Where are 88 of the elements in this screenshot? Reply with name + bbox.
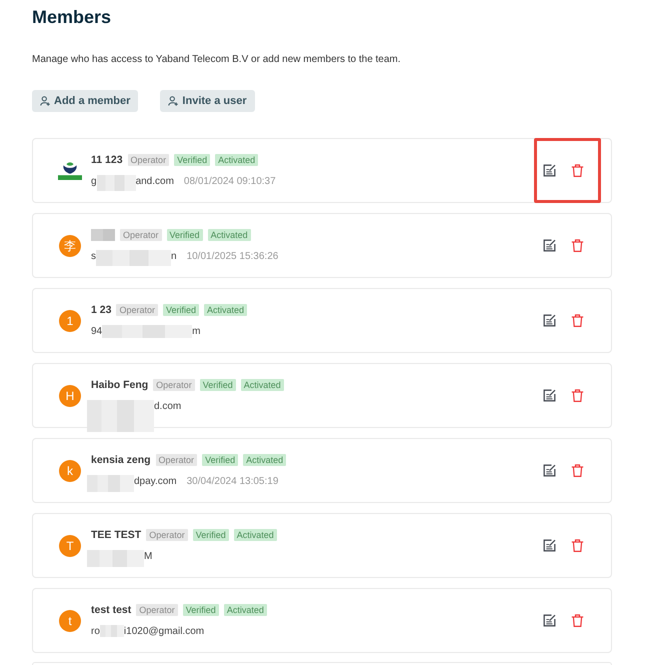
member-name: 1 23 [91,302,112,316]
role-tag: Operator [146,528,188,540]
edit-button[interactable] [543,164,556,177]
status-tag: Verified [162,304,199,316]
avatar-circle: 李 [59,234,81,256]
member-date: 10/01/2025 15:36:26 [186,250,278,264]
status-tag: Activated [243,454,286,466]
role-tag: Operator [128,154,170,166]
edit-icon [543,389,556,402]
avatar-circle: t [59,610,81,632]
email-fragment: dpay.com [134,474,177,488]
role-tag: Operator [116,304,158,316]
delete-button[interactable] [571,389,584,402]
edit-icon [543,239,556,252]
email-fragment: g [91,174,97,188]
avatar-circle: T [59,534,81,556]
status-tag: Verified [182,604,219,616]
edit-button[interactable] [543,464,556,477]
pixelated-redaction [87,550,144,566]
trash-icon [571,464,584,477]
invite-user-button[interactable]: Invite a user [160,90,255,112]
pixelated-redaction [100,624,124,636]
add-user-icon [40,96,50,106]
trash-icon [571,239,584,252]
add-member-button[interactable]: Add a member [32,90,138,112]
delete-button[interactable] [571,239,584,252]
pixelated-redaction [87,474,134,492]
page-title: Members [32,6,112,29]
email-fragment: s [91,250,96,264]
trash-icon [571,614,584,627]
edit-button[interactable] [543,239,556,252]
role-tag: Operator [120,228,162,240]
status-tag: Verified [200,378,236,390]
trash-icon [571,164,584,177]
member-name: TEE TEST [91,528,142,542]
pixelated-redaction [96,174,136,190]
member-name: 11 123 [91,152,123,166]
edit-button[interactable] [543,314,556,327]
pixelated-redaction [87,400,154,432]
status-tag: Verified [174,154,210,166]
trash-icon [571,539,584,552]
email-fragment: m [192,324,200,338]
email-fragment: 94 [91,324,102,338]
status-tag: Activated [208,228,251,240]
role-tag: Operator [136,604,178,616]
edit-button[interactable] [543,389,556,402]
email-fragment: n [171,250,177,264]
delete-button[interactable] [571,314,584,327]
status-tag: Activated [204,304,248,316]
email-fragment: and.com [136,174,174,188]
member-date: 08/01/2024 09:10:37 [184,174,276,188]
edit-icon [543,314,556,327]
edit-icon [543,539,556,552]
delete-button[interactable] [571,164,584,177]
status-tag: Verified [202,454,238,466]
email-fragment: i1020@gmail.com [124,624,204,638]
avatar-circle: H [59,384,81,406]
role-tag: Operator [153,378,195,390]
status-tag: Activated [234,528,277,540]
pixelated-redaction [91,228,115,240]
edit-icon [543,164,556,177]
member-name: Haibo Feng [91,378,148,392]
edit-button[interactable] [543,539,556,552]
edit-icon [543,614,556,627]
edit-button[interactable] [543,614,556,627]
status-tag: Verified [166,228,203,240]
logo-icon [58,161,82,180]
email-fragment: d.com [154,400,182,414]
edit-icon [543,464,556,477]
member-date: 30/04/2024 13:05:19 [186,474,278,488]
status-tag: Activated [215,154,258,166]
trash-icon [571,314,584,327]
member-name: test test [91,602,132,616]
email-fragment: ro [91,624,100,638]
delete-button[interactable] [571,614,584,627]
avatar-circle: 1 [59,310,81,332]
delete-button[interactable] [571,464,584,477]
avatar-circle: k [59,460,81,482]
member-name: kensia zeng [91,452,151,466]
delete-button[interactable] [571,539,584,552]
status-tag: Activated [240,378,284,390]
status-tag: Activated [224,604,267,616]
trash-icon [571,389,584,402]
status-tag: Verified [192,528,229,540]
role-tag: Operator [156,454,198,466]
email-fragment: M [144,550,152,564]
add-user-icon [168,96,178,106]
page-description: Manage who has access to Yaband Telecom B.V or add new members to the team. [32,53,402,67]
